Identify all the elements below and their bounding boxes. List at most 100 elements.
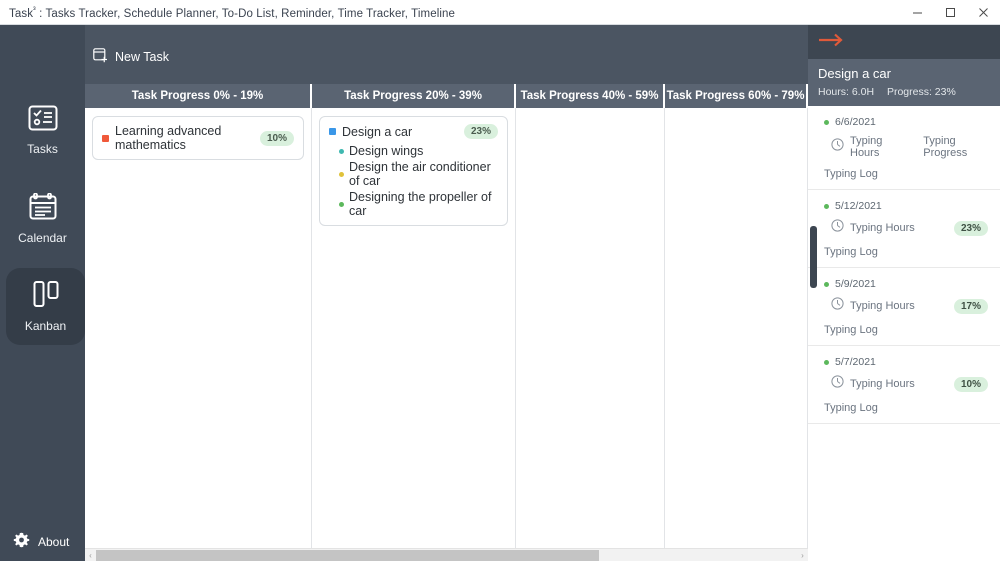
- sidebar-item-label-calendar: Calendar: [18, 230, 67, 245]
- task-card-head: Design a car 23%: [329, 124, 498, 139]
- board-horizontal-scrollbar[interactable]: ‹ ›: [85, 548, 808, 561]
- window-title: Task³ : Tasks Tracker, Schedule Planner,…: [0, 5, 455, 20]
- log-entry-date-row: 5/9/2021: [824, 278, 988, 290]
- log-entry-dot-icon: [824, 119, 829, 125]
- new-task-icon: [93, 48, 108, 66]
- log-entry-note[interactable]: Typing Log: [824, 246, 988, 258]
- log-entry-date-row: 5/12/2021: [824, 200, 988, 212]
- sidebar-item-tasks[interactable]: Tasks: [0, 92, 85, 169]
- subitem-bullet: [339, 171, 344, 177]
- task-card[interactable]: Design a car 23% Design wings Design the…: [319, 116, 508, 226]
- kanban-columns-icon: [31, 280, 61, 313]
- log-entry-progress-badge: 23%: [953, 220, 988, 236]
- log-entry-row: Typing Hours 23%: [824, 219, 988, 237]
- task-progress-badge: 10%: [259, 130, 294, 146]
- task-status-bullet: [329, 128, 336, 135]
- log-entry-date: 5/7/2021: [835, 356, 876, 368]
- task-card-head: Learning advanced mathematics 10%: [102, 124, 294, 152]
- log-entry[interactable]: 5/9/2021 Typing Hours 17% Typing Log: [808, 268, 1000, 346]
- column-body-2[interactable]: [516, 108, 665, 548]
- gear-icon: [13, 532, 30, 552]
- subitem-label: Designing the propeller of car: [349, 190, 492, 218]
- arrow-right-icon[interactable]: [818, 32, 846, 53]
- task-card[interactable]: Learning advanced mathematics 10%: [92, 116, 304, 160]
- task-card-title: Design a car: [342, 124, 413, 139]
- kanban-board: Task Progress 0% - 19% Task Progress 20%…: [85, 84, 808, 548]
- column-header-2[interactable]: Task Progress 40% - 59%: [516, 84, 665, 108]
- calendar-icon: [29, 192, 57, 225]
- clock-icon: [831, 138, 844, 156]
- window-title-main: Task: [9, 7, 34, 20]
- sidebar-item-calendar[interactable]: Calendar: [0, 180, 85, 257]
- detail-progress: Progress: 23%: [886, 86, 956, 98]
- close-button[interactable]: [967, 0, 1000, 25]
- log-entry-dot-icon: [824, 281, 829, 287]
- new-task-button[interactable]: New Task: [93, 48, 169, 66]
- log-entry-hours-label: Typing Hours: [850, 222, 915, 234]
- scroll-left-arrow-icon[interactable]: ‹: [85, 551, 96, 560]
- log-entry-progress-label[interactable]: Typing Progress: [923, 135, 988, 159]
- scrollbar-track[interactable]: [96, 549, 797, 561]
- log-entry[interactable]: 6/6/2021 Typing Hours Typing Progress Ty…: [808, 106, 1000, 190]
- log-entry-note[interactable]: Typing Log: [824, 324, 988, 336]
- log-entry-row: Typing Hours Typing Progress: [824, 135, 988, 159]
- detail-vertical-scrollbar-thumb[interactable]: [810, 226, 817, 288]
- log-entry-hours[interactable]: Typing Hours: [831, 219, 915, 237]
- app-window: Task³ : Tasks Tracker, Schedule Planner,…: [0, 0, 1000, 561]
- sidebar-item-label-tasks: Tasks: [27, 142, 58, 156]
- log-entry[interactable]: 5/12/2021 Typing Hours 23% Typing Log: [808, 190, 1000, 268]
- subitem-bullet: [339, 148, 344, 154]
- log-entry-row: Typing Hours 17%: [824, 297, 988, 315]
- task-subitem-list: Design wings Design the air conditioner …: [339, 144, 498, 218]
- sidebar-item-kanban[interactable]: Kanban: [6, 268, 85, 345]
- about-button[interactable]: About: [0, 523, 85, 561]
- task-subitem[interactable]: Designing the propeller of car: [339, 190, 498, 218]
- column-headers: Task Progress 0% - 19% Task Progress 20%…: [85, 84, 808, 108]
- log-entry-note[interactable]: Typing Log: [824, 168, 988, 180]
- column-header-3[interactable]: Task Progress 60% - 79%: [665, 84, 808, 108]
- log-entry-hours-label: Typing Hours: [850, 135, 883, 159]
- detail-panel-toolbar: [808, 25, 1000, 59]
- log-entry[interactable]: 5/7/2021 Typing Hours 10% Typing Log: [808, 346, 1000, 424]
- title-bar: Task³ : Tasks Tracker, Schedule Planner,…: [0, 0, 1000, 25]
- clock-icon: [831, 297, 844, 315]
- maximize-button[interactable]: [934, 0, 967, 25]
- sidebar-item-label-kanban: Kanban: [24, 319, 67, 333]
- task-card-title: Learning advanced mathematics: [115, 124, 222, 152]
- log-entry-date-row: 6/6/2021: [824, 116, 988, 128]
- new-task-label: New Task: [115, 50, 169, 64]
- subitem-bullet: [339, 201, 344, 207]
- scrollbar-thumb[interactable]: [96, 549, 599, 561]
- window-title-rest: : Tasks Tracker, Schedule Planner, To-Do…: [35, 7, 456, 20]
- log-entry-hours[interactable]: Typing Hours: [831, 297, 915, 315]
- minimize-button[interactable]: [901, 0, 934, 25]
- task-progress-badge: 23%: [463, 124, 498, 139]
- task-subitem[interactable]: Design the air conditioner of car: [339, 160, 498, 188]
- sidebar: Tasks Calendar Kanban About: [0, 25, 85, 561]
- subitem-label: Design the air conditioner of car: [349, 160, 491, 188]
- column-body-1[interactable]: Design a car 23% Design wings Design the…: [312, 108, 516, 548]
- log-entry-hours[interactable]: Typing Hours: [831, 375, 915, 393]
- detail-panel-header: Design a car Hours: 6.0H Progress: 23%: [808, 59, 1000, 106]
- detail-panel-body[interactable]: 6/6/2021 Typing Hours Typing Progress Ty…: [808, 106, 1000, 561]
- column-bodies: Learning advanced mathematics 10% Design…: [85, 108, 808, 548]
- scroll-right-arrow-icon[interactable]: ›: [797, 551, 808, 560]
- clock-icon: [831, 375, 844, 393]
- log-entry-date-row: 5/7/2021: [824, 356, 988, 368]
- column-header-1[interactable]: Task Progress 20% - 39%: [312, 84, 516, 108]
- log-entry-dot-icon: [824, 203, 829, 209]
- task-subitem[interactable]: Design wings: [339, 144, 498, 158]
- log-entry-date: 6/6/2021: [835, 116, 876, 128]
- column-body-0[interactable]: Learning advanced mathematics 10%: [85, 108, 312, 548]
- log-entry-dot-icon: [824, 359, 829, 365]
- task-status-bullet: [102, 134, 109, 142]
- column-header-0[interactable]: Task Progress 0% - 19%: [85, 84, 312, 108]
- detail-task-title: Design a car: [818, 66, 891, 81]
- log-entry-hours[interactable]: Typing Hours: [831, 135, 899, 159]
- subitem-label: Design wings: [349, 144, 424, 158]
- about-label: About: [38, 535, 70, 549]
- log-entry-note[interactable]: Typing Log: [824, 402, 988, 414]
- log-entry-row: Typing Hours 10%: [824, 375, 988, 393]
- column-body-3[interactable]: [665, 108, 808, 548]
- log-entry-date: 5/9/2021: [835, 278, 876, 290]
